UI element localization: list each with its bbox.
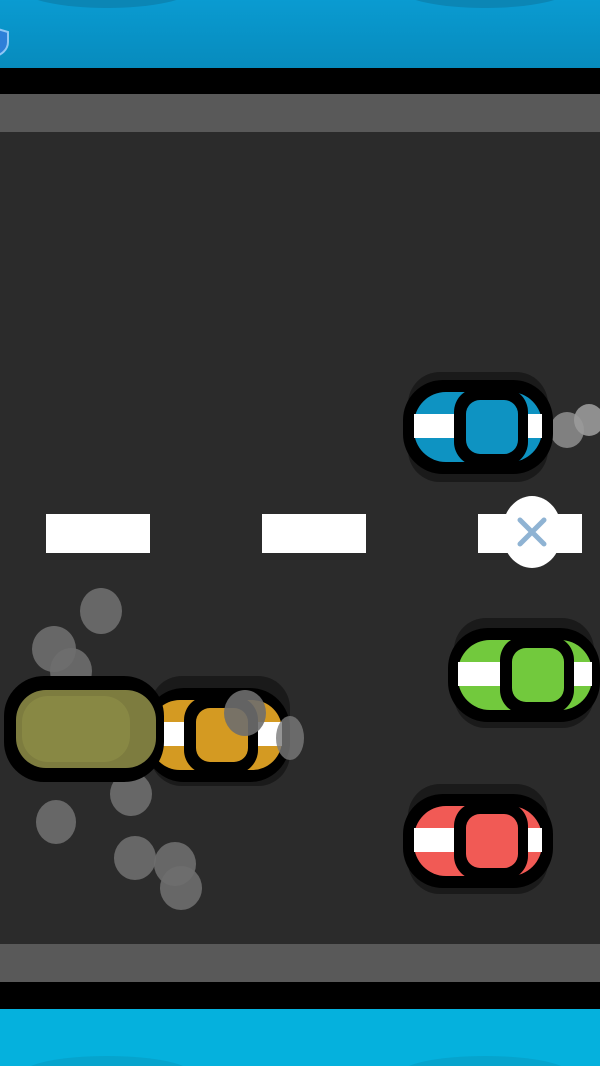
shield-icon bbox=[0, 28, 9, 56]
smoke-puff bbox=[114, 836, 156, 880]
smoke-puff bbox=[80, 588, 122, 634]
header-decoration bbox=[22, 0, 192, 8]
footer-decoration bbox=[22, 1056, 192, 1066]
top-bar bbox=[0, 0, 600, 68]
bottom-bar bbox=[0, 1009, 600, 1066]
olive-truck bbox=[4, 676, 164, 782]
footer-decoration bbox=[400, 1056, 570, 1066]
bottom-border bbox=[0, 982, 600, 1009]
bottom-curb bbox=[0, 944, 600, 982]
top-border bbox=[0, 68, 600, 94]
smoke-puff bbox=[36, 800, 76, 844]
green-car bbox=[448, 618, 600, 728]
close-button[interactable] bbox=[502, 496, 562, 568]
lane-marker bbox=[46, 514, 150, 553]
blue-car bbox=[403, 372, 553, 482]
smoke-puff bbox=[160, 866, 202, 910]
lane-marker bbox=[262, 514, 366, 553]
close-icon[interactable] bbox=[515, 515, 549, 549]
red-car bbox=[403, 784, 553, 894]
header-decoration bbox=[400, 0, 570, 8]
smoke-puff bbox=[224, 690, 266, 736]
top-curb bbox=[0, 94, 600, 132]
smoke-puff bbox=[574, 404, 600, 436]
